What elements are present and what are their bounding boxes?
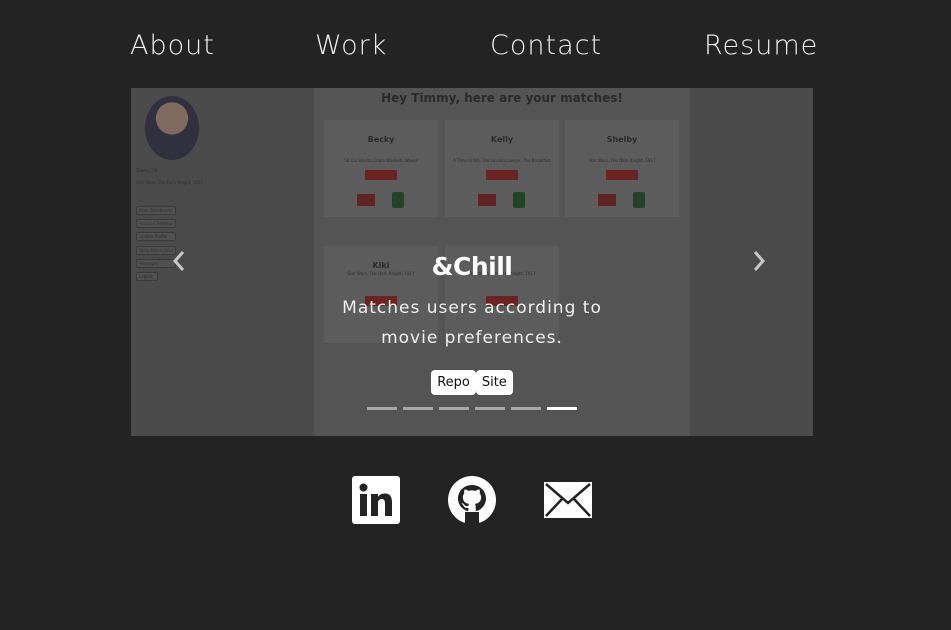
match-card: Shelby Star Wars, The Dark Knight, 1917 (565, 120, 679, 217)
profile-movies: Star Wars, The Dark Knight, 1917 (136, 180, 204, 185)
carousel-indicators (367, 407, 577, 410)
screenshot-title: Hey Timmy, here are your matches! (381, 91, 623, 105)
carousel-indicator[interactable] (403, 407, 433, 410)
carousel-next-button[interactable] (752, 249, 766, 278)
card-desc: 50 Cal Shorts, Claire Blankets Waves (344, 158, 418, 163)
email-link[interactable] (544, 476, 592, 524)
popcorn-icon (392, 192, 404, 208)
nav-about-link[interactable]: About (130, 30, 215, 61)
slide-caption: &Chill Matches users according to movie … (131, 252, 813, 395)
github-icon (448, 476, 496, 528)
project-description: Matches users according to movie prefere… (342, 298, 602, 348)
nav-work-link[interactable]: Work (315, 30, 387, 61)
card-desc: A Time to Kill, The Lincoln Lawyer, The … (453, 158, 551, 163)
ticket-icon (357, 194, 375, 206)
view-profile-button (606, 170, 638, 180)
carousel-prev-button[interactable] (172, 249, 186, 278)
view-profile-button (486, 170, 518, 180)
ticket-icon (598, 194, 616, 206)
carousel-indicator[interactable] (367, 407, 397, 410)
repo-button[interactable]: Repo (431, 370, 476, 395)
linkedin-link[interactable] (352, 476, 400, 524)
popcorn-icon (633, 192, 645, 208)
nav-resume-link[interactable]: Resume (704, 30, 818, 61)
match-card: Becky 50 Cal Shorts, Claire Blankets Wav… (324, 120, 438, 217)
project-title: &Chill (431, 252, 513, 281)
match-card: Kelly A Time to Kill, The Lincoln Lawyer… (445, 120, 559, 217)
profile-name: Timmy, 29 (136, 168, 158, 173)
chevron-right-icon (752, 251, 766, 279)
github-link[interactable] (448, 476, 496, 524)
card-name: Becky (367, 135, 395, 144)
main-nav: About Work Contact Resume (0, 30, 951, 70)
card-desc: Star Wars, The Dark Knight, 1917 (588, 158, 656, 163)
project-links: Repo Site (131, 370, 813, 395)
carousel-indicator[interactable] (475, 407, 505, 410)
site-button[interactable]: Site (475, 370, 513, 395)
mail-icon (544, 482, 592, 528)
sidebar-button: Update Profile (136, 232, 176, 241)
carousel-indicator[interactable] (547, 407, 577, 410)
chevron-left-icon (172, 251, 186, 279)
sidebar-button: Main Dashboard (136, 206, 176, 215)
avatar (145, 96, 199, 160)
linkedin-icon (352, 476, 400, 528)
ticket-icon (478, 194, 496, 206)
social-links (0, 476, 951, 524)
card-name: Kelly (490, 135, 514, 144)
nav-contact-link[interactable]: Contact (490, 30, 602, 61)
carousel-indicator[interactable] (439, 407, 469, 410)
carousel-indicator[interactable] (511, 407, 541, 410)
view-profile-button (365, 170, 397, 180)
popcorn-icon (513, 192, 525, 208)
card-name: Shelby (606, 135, 638, 144)
sidebar-button: Account Settings (136, 219, 176, 228)
